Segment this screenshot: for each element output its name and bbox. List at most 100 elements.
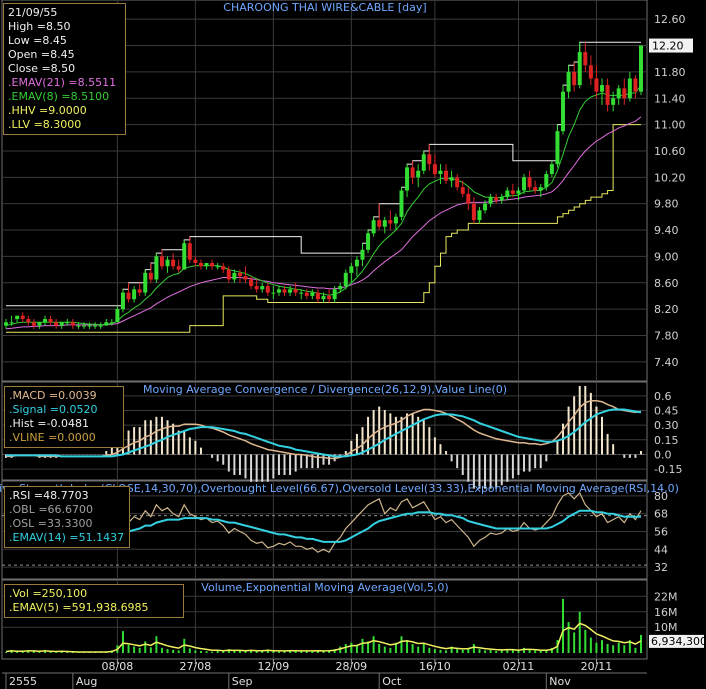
candle-body xyxy=(338,286,343,290)
candle-body xyxy=(583,52,588,66)
candle-body xyxy=(455,177,460,188)
candle-body xyxy=(87,325,92,327)
volume-ema-value: .EMAV(5) =591,938.6985 xyxy=(9,601,149,614)
y-tick-label: 10.60 xyxy=(654,145,686,158)
candle-body xyxy=(499,197,504,201)
candle-body xyxy=(304,292,309,296)
price-info-box: 21/09/55 High =8.50 Low =8.45 Open =8.45… xyxy=(3,3,126,135)
candle-body xyxy=(516,190,521,194)
candle-body xyxy=(42,318,47,323)
candle-body xyxy=(221,266,226,270)
candle-body xyxy=(315,292,320,300)
candle-body xyxy=(143,272,148,293)
candle-body xyxy=(20,315,25,319)
info-close: Close =8.50 xyxy=(8,62,76,75)
candle-body xyxy=(533,187,538,191)
date-tick-label: 20/11 xyxy=(581,660,613,673)
y-tick-label: -0.15 xyxy=(654,463,682,476)
candle-body xyxy=(137,289,142,293)
candle-body xyxy=(527,177,532,188)
y-tick-label: 10M xyxy=(654,621,678,634)
candle-body xyxy=(561,91,566,132)
date-tick-label: 16/10 xyxy=(419,660,451,673)
candle-body xyxy=(126,292,131,300)
candle-body xyxy=(171,259,176,267)
candle-body xyxy=(538,187,543,191)
candle-body xyxy=(254,286,259,290)
macd-panel-title: Moving Average Convergence / Divergence(… xyxy=(143,383,507,396)
candle-body xyxy=(187,243,192,260)
info-llv: .LLV =8.3000 xyxy=(8,118,82,131)
y-tick-label: 0.6 xyxy=(654,390,672,403)
candle-body xyxy=(432,164,437,175)
candle-body xyxy=(622,88,627,99)
candle-body xyxy=(405,167,410,191)
candle-body xyxy=(159,256,164,267)
candle-body xyxy=(115,309,120,323)
month-tick-label: 2555 xyxy=(9,675,37,688)
y-tick-label: 8.60 xyxy=(654,277,679,290)
candle-body xyxy=(488,197,493,204)
y-tick-label: 44 xyxy=(654,543,668,556)
candle-body xyxy=(31,322,36,326)
candle-body xyxy=(572,71,577,86)
obl-value: .OBL =66.6700 xyxy=(9,503,94,516)
candle-body xyxy=(577,52,582,86)
candle-body xyxy=(438,170,443,175)
candle-body xyxy=(260,286,265,290)
candle-body xyxy=(310,292,315,296)
y-tick-label: 11.40 xyxy=(654,92,686,105)
y-tick-label: 9.40 xyxy=(654,224,679,237)
candle-body xyxy=(377,220,382,227)
date-tick-label: 02/11 xyxy=(503,660,535,673)
last-price-tag: 12.20 xyxy=(649,38,693,53)
candle-body xyxy=(249,279,254,287)
month-tick-label: Aug xyxy=(76,675,97,688)
candle-body xyxy=(4,322,8,326)
candle-body xyxy=(371,220,376,234)
y-tick-label: 11.00 xyxy=(654,119,686,132)
candle-body xyxy=(354,259,359,267)
date-tick-label: 08/08 xyxy=(102,660,134,673)
candle-body xyxy=(343,272,348,287)
y-tick-label: 0.15 xyxy=(654,434,679,447)
y-tick-label: 56 xyxy=(654,525,668,538)
signal-value: .Signal =0.0520 xyxy=(9,403,98,416)
y-tick-label: 7.80 xyxy=(654,329,679,342)
rsi-value: .RSI =48.7703 xyxy=(9,489,89,502)
volume-info-box: .Vol =250,100 .EMAV(5) =591,938.6985 xyxy=(4,584,184,618)
candle-body xyxy=(120,292,125,310)
rsi-info-box: .RSI =48.7703 .OBL =66.6700 .OSL =33.330… xyxy=(4,486,130,548)
candle-body xyxy=(544,174,549,188)
y-tick-label: 12.60 xyxy=(654,13,686,26)
candle-body xyxy=(444,170,449,181)
candle-body xyxy=(109,322,114,324)
y-tick-label: 9.80 xyxy=(654,198,679,211)
candle-body xyxy=(349,266,354,273)
candle-body xyxy=(81,325,86,327)
y-tick-label: 16M xyxy=(654,606,678,619)
candle-body xyxy=(600,85,605,92)
candle-body xyxy=(466,193,471,204)
volume-last-label: 6,934,300 xyxy=(651,635,706,648)
info-high: High =8.50 xyxy=(8,20,71,33)
info-low: Low =8.45 xyxy=(8,34,67,47)
candle-body xyxy=(366,233,371,250)
candle-body xyxy=(282,289,287,293)
y-tick-label: 9.00 xyxy=(654,250,679,263)
candle-body xyxy=(321,295,326,300)
candle-body xyxy=(360,249,365,260)
y-tick-label: 0.45 xyxy=(654,404,679,417)
candle-body xyxy=(588,65,593,79)
candle-body xyxy=(176,266,181,270)
hist-value: .Hist =-0.0481 xyxy=(9,417,90,430)
volume-value: .Vol =250,100 xyxy=(9,587,88,600)
candle-body xyxy=(98,325,103,327)
candle-body xyxy=(288,289,293,293)
candle-body xyxy=(449,177,454,181)
candle-body xyxy=(193,259,198,263)
y-tick-label: 68 xyxy=(654,508,668,521)
volume-panel-title: Volume,Exponential Moving Average(Vol,5,… xyxy=(201,581,448,594)
candle-body xyxy=(639,45,643,92)
candle-body xyxy=(494,197,499,201)
